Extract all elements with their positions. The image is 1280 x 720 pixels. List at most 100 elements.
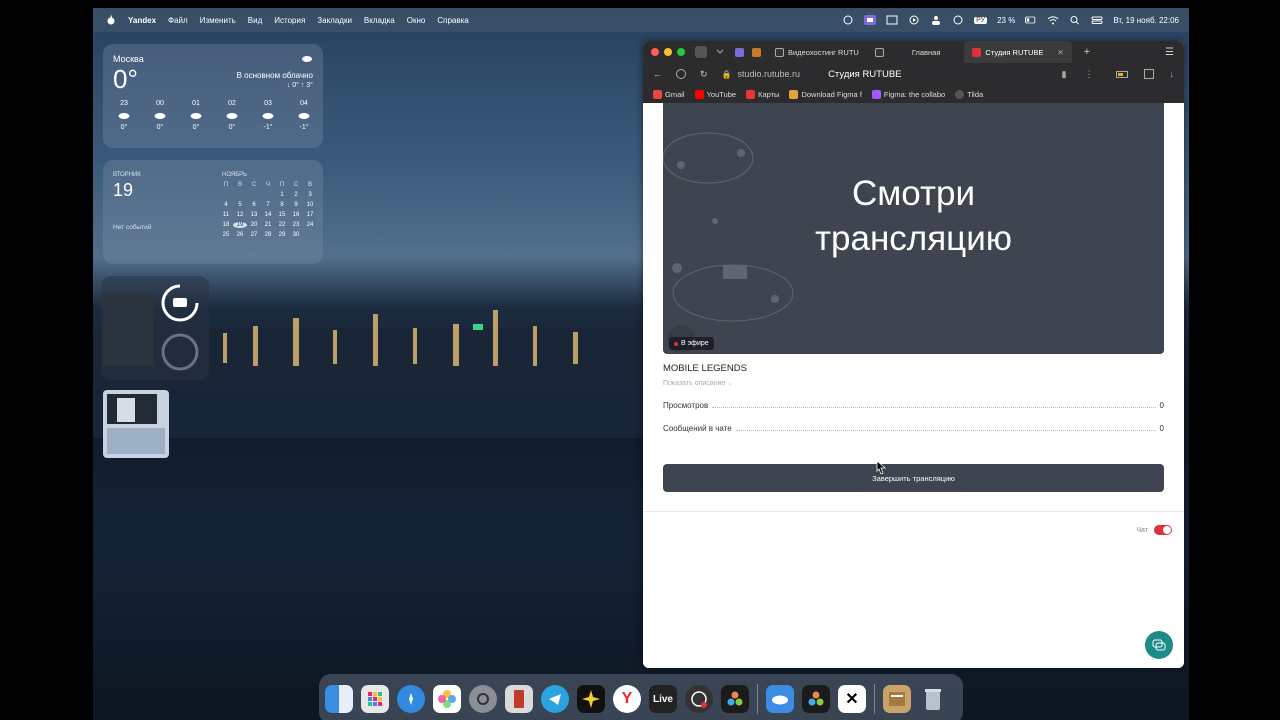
bookmark-figma-download[interactable]: Download Figma f <box>789 89 862 99</box>
calendar-day-cell[interactable]: 29 <box>275 232 289 238</box>
tabs-menu-icon[interactable] <box>695 46 707 58</box>
shortcuts-widget[interactable] <box>101 276 209 380</box>
menu-help[interactable]: Справка <box>437 16 468 25</box>
user-icon[interactable] <box>930 15 942 25</box>
menu-bookmarks[interactable]: Закладки <box>317 16 352 25</box>
calendar-day-cell[interactable]: 5 <box>233 202 247 208</box>
calendar-day-cell[interactable]: 6 <box>247 202 261 208</box>
calendar-day-cell[interactable]: 1 <box>275 192 289 198</box>
calendar-day-cell[interactable]: 24 <box>303 222 317 228</box>
launchpad-icon[interactable] <box>361 685 389 713</box>
menu-history[interactable]: История <box>274 16 305 25</box>
capcut-icon[interactable]: ✕ <box>838 685 866 713</box>
account-icon[interactable] <box>952 15 964 25</box>
extensions-icon[interactable] <box>1143 69 1154 79</box>
menu-file[interactable]: Файл <box>168 16 188 25</box>
icloud-icon[interactable] <box>766 685 794 713</box>
display-icon[interactable] <box>886 15 898 25</box>
end-stream-button[interactable]: Завершить трансляцию <box>663 464 1164 492</box>
reload-icon[interactable]: ↻ <box>700 69 708 80</box>
tab-home[interactable]: Главная <box>867 41 949 63</box>
support-chat-button[interactable] <box>1145 631 1173 659</box>
calendar-day-cell[interactable]: 22 <box>275 222 289 228</box>
control-icon[interactable] <box>842 15 854 25</box>
live-app-icon[interactable]: Live <box>649 685 677 713</box>
bookmark-youtube[interactable]: YouTube <box>694 89 736 99</box>
archive-icon[interactable] <box>883 685 911 713</box>
menu-edit[interactable]: Изменить <box>200 16 236 25</box>
battery-saver-icon[interactable] <box>1115 70 1128 78</box>
lock-icon[interactable]: 🔒 <box>722 70 732 79</box>
back-icon[interactable]: ← <box>653 69 662 79</box>
calendar-day-cell[interactable]: 15 <box>275 212 289 218</box>
menu-app-name[interactable]: Yandex <box>128 16 156 25</box>
stream-player[interactable]: Смотри трансляцию В эфире <box>663 103 1164 354</box>
safari-icon[interactable] <box>397 685 425 713</box>
bookmark-figma[interactable]: Figma: the collabo <box>871 89 945 99</box>
maximize-window-button[interactable] <box>677 48 685 56</box>
calendar-day-cell[interactable]: 8 <box>275 202 289 208</box>
search-icon[interactable] <box>1069 15 1081 25</box>
calendar-day-cell[interactable]: 19 <box>233 222 247 228</box>
screenshot-thumbnail[interactable] <box>103 390 169 458</box>
telegram-icon[interactable] <box>541 685 569 713</box>
minimize-window-button[interactable] <box>664 48 672 56</box>
chevron-down-icon[interactable] <box>715 47 725 57</box>
calendar-day-cell[interactable]: 28 <box>261 232 275 238</box>
control-center-icon[interactable] <box>1091 15 1103 25</box>
calendar-day-cell[interactable]: 17 <box>303 212 317 218</box>
calendar-day-cell[interactable]: 30 <box>289 232 303 238</box>
chat-toggle[interactable] <box>1154 525 1172 535</box>
wifi-icon[interactable] <box>1047 15 1059 25</box>
screen-record-icon[interactable] <box>864 15 877 25</box>
pinned-tab-icon[interactable] <box>752 47 761 57</box>
close-tab-icon[interactable]: ✕ <box>1057 48 1063 57</box>
tab-rutube-hosting[interactable]: Видеохостинг RUTU <box>767 41 867 63</box>
calendar-day-cell[interactable]: 11 <box>219 212 233 218</box>
photos-icon[interactable] <box>433 685 461 713</box>
play-icon[interactable] <box>908 15 920 25</box>
calendar-day-cell[interactable]: 14 <box>261 212 275 218</box>
calendar-day-cell[interactable]: 3 <box>303 192 317 198</box>
calendar-day-cell[interactable]: 23 <box>289 222 303 228</box>
new-tab-icon[interactable]: + <box>1084 46 1090 58</box>
bookmark-maps[interactable]: Карты <box>746 89 779 99</box>
davinci-icon[interactable] <box>721 685 749 713</box>
calendar-day-cell[interactable]: 26 <box>233 232 247 238</box>
calendar-day-cell[interactable]: 10 <box>303 202 317 208</box>
show-description-link[interactable]: Показать описание ⌄ <box>663 379 733 387</box>
calendar-day-cell[interactable]: 21 <box>261 222 275 228</box>
pinned-tab-icon[interactable] <box>735 47 744 57</box>
close-window-button[interactable] <box>651 48 659 56</box>
calendar-day-cell[interactable]: 20 <box>247 222 261 228</box>
more-icon[interactable]: ⋮ <box>1085 69 1094 80</box>
menu-window[interactable]: Окно <box>407 16 426 25</box>
calendar-day-cell[interactable]: 4 <box>219 202 233 208</box>
bookmark-tilda[interactable]: Tilda <box>955 89 983 99</box>
trash-icon[interactable] <box>919 685 947 713</box>
battery-icon[interactable] <box>1025 15 1037 25</box>
calendar-day-cell[interactable]: 2 <box>289 192 303 198</box>
keyboard-layout[interactable]: РУ <box>974 16 988 24</box>
calendar-day-cell[interactable]: 16 <box>289 212 303 218</box>
bookmark-icon[interactable]: ▮ <box>1062 69 1067 80</box>
protect-icon[interactable] <box>676 69 686 79</box>
settings-icon[interactable] <box>469 685 497 713</box>
apple-menu-icon[interactable] <box>106 15 116 25</box>
calendar-widget[interactable]: ВТОРНИК 19 Нет событий НОЯБРЬ ПВСЧПСВ123… <box>103 160 323 264</box>
weather-widget[interactable]: Москва 0° В основном облачно ↓ 0° ↑ 3° 2… <box>103 44 323 148</box>
tab-studio[interactable]: Студия RUTUBE ✕ <box>964 41 1072 63</box>
calendar-day-cell[interactable]: 18 <box>219 222 233 228</box>
obs-icon[interactable] <box>685 685 713 713</box>
calendar-day-cell[interactable]: 9 <box>289 202 303 208</box>
notes-icon[interactable] <box>577 685 605 713</box>
calendar-day-cell[interactable]: 7 <box>261 202 275 208</box>
calendar-day-cell[interactable]: 13 <box>247 212 261 218</box>
menu-view[interactable]: Вид <box>248 16 262 25</box>
url-field[interactable]: studio.rutube.ru <box>738 69 801 79</box>
download-icon[interactable]: ↓ <box>1170 69 1175 79</box>
menu-tab[interactable]: Вкладка <box>364 16 395 25</box>
yandex-icon[interactable]: Y <box>613 685 641 713</box>
calendar-day-cell[interactable]: 12 <box>233 212 247 218</box>
davinci2-icon[interactable] <box>802 685 830 713</box>
